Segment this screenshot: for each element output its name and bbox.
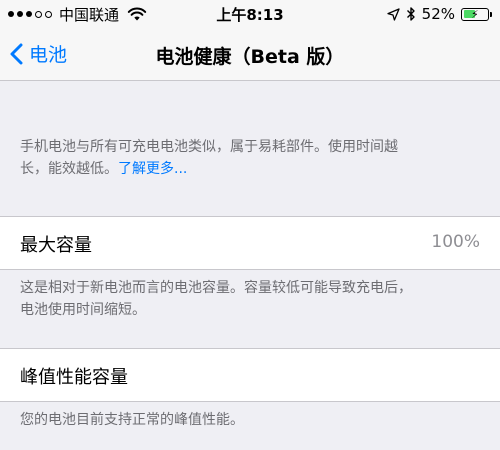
intro-line-1: 手机电池与所有可充电电池类似，属于易耗部件。使用时间越 (20, 139, 398, 155)
peak-performance-row: 峰值性能容量 (0, 348, 500, 402)
page-title: 电池健康（Beta 版） (155, 46, 345, 68)
navigation-bar: 电池 电池健康（Beta 版） (0, 28, 500, 81)
max-capacity-desc-line-2: 电池使用时间缩短。 (20, 302, 146, 318)
max-capacity-description: 这是相对于新电池而言的电池容量。容量较低可能导致充电后， 电池使用时间缩短。 (20, 277, 480, 321)
intro-text: 手机电池与所有可充电电池类似，属于易耗部件。使用时间越 长，能效越低。了解更多.… (20, 136, 480, 180)
max-capacity-value: 100% (431, 232, 480, 252)
learn-more-link[interactable]: 了解更多... (118, 161, 187, 177)
peak-performance-description: 您的电池目前支持正常的峰值性能。 (20, 409, 480, 431)
max-capacity-row: 最大容量 100% (0, 216, 500, 270)
max-capacity-label: 最大容量 (20, 235, 92, 256)
bluetooth-icon (406, 7, 415, 21)
intro-line-2: 长，能效越低。了解更多... (20, 161, 188, 177)
status-bar-right: 52% ⚡ (387, 4, 492, 24)
peak-performance-label: 峰值性能容量 (20, 367, 128, 388)
battery-percent: 52% (421, 5, 455, 23)
peak-performance-desc: 您的电池目前支持正常的峰值性能。 (20, 412, 244, 428)
max-capacity-desc-line-1: 这是相对于新电池而言的电池容量。容量较低可能导致充电后， (20, 280, 412, 296)
battery-tip (490, 11, 492, 17)
charging-bolt-icon: ⚡ (471, 7, 479, 21)
status-bar: 中国联通 上午8:13 52% ⚡ (0, 0, 500, 28)
location-arrow-icon (387, 7, 400, 21)
battery-icon: ⚡ (461, 7, 489, 21)
